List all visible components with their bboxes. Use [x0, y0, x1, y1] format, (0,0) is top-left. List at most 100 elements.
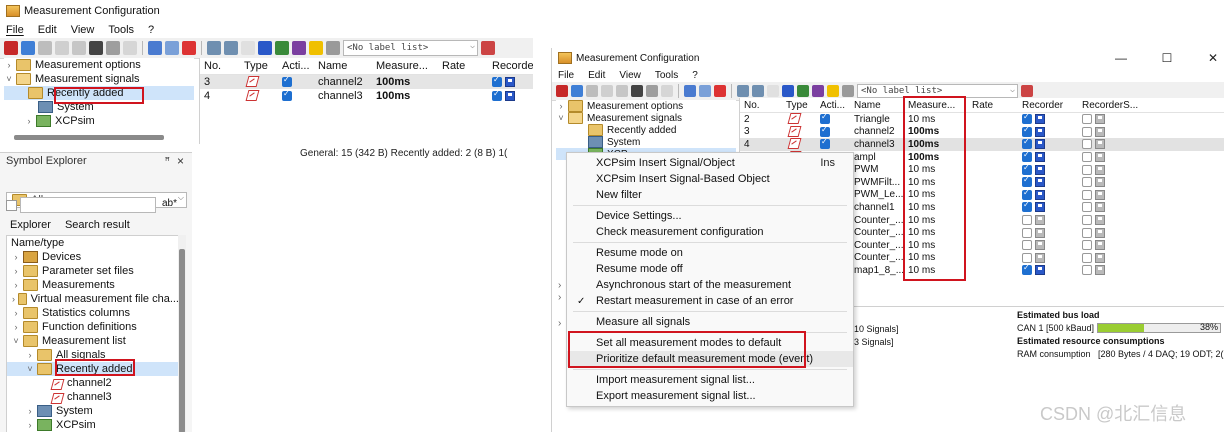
context-menu-item[interactable]: XCPsim Insert Signal/Object Ins	[567, 155, 853, 171]
tree-item-measurement-signals[interactable]: ˅ Measurement signals	[4, 72, 194, 86]
tree-item-xcpsim[interactable]: › XCPsim	[4, 114, 194, 128]
symbol-tree-item[interactable]: › Devices	[7, 250, 179, 264]
symbol-tree-item[interactable]: › Statistics columns	[7, 306, 179, 320]
symbol-tree-item[interactable]: › Measurements	[7, 278, 179, 292]
table-row[interactable]: 4 channel3 100ms	[200, 89, 533, 103]
recorder-checkbox[interactable]	[1022, 240, 1032, 251]
table-row[interactable]: 4channel3100ms	[740, 138, 1224, 151]
expander-icon[interactable]: ›	[25, 420, 35, 430]
col-name[interactable]: Name	[314, 60, 372, 72]
hat-icon[interactable]	[292, 41, 306, 55]
filter-icon[interactable]	[1021, 85, 1033, 97]
add-icon[interactable]	[21, 41, 35, 55]
tree-item-measurement-options[interactable]: › Measurement options	[4, 58, 194, 72]
col-type[interactable]: Type	[240, 60, 278, 72]
view-icon[interactable]	[699, 85, 711, 97]
cell-measure[interactable]: 100ms	[372, 76, 438, 88]
expander-icon[interactable]: ›	[11, 294, 16, 304]
col-recorder-s[interactable]: RecorderS...	[1078, 100, 1142, 111]
recorder-checkbox[interactable]	[1022, 152, 1032, 162]
active-checkbox[interactable]	[820, 126, 830, 137]
recorder-s-checkbox[interactable]	[1082, 177, 1092, 188]
device-icon[interactable]	[684, 85, 696, 97]
expander-icon[interactable]: ›	[4, 60, 14, 70]
tool2-icon[interactable]	[601, 85, 613, 97]
recorder-checkbox[interactable]	[492, 76, 502, 88]
display-icon[interactable]	[182, 41, 196, 55]
expander-icon[interactable]: ›	[11, 266, 21, 276]
expander-icon[interactable]: ˅	[4, 74, 14, 84]
arrow-up-icon[interactable]	[737, 85, 749, 97]
recorder-checkbox[interactable]	[1022, 177, 1032, 188]
device-icon[interactable]	[148, 41, 162, 55]
tree-scrollbar[interactable]	[14, 135, 164, 140]
context-menu-item[interactable]: Export measurement signal list...	[567, 388, 853, 404]
active-checkbox[interactable]	[282, 76, 292, 88]
recorder-s-checkbox[interactable]	[1082, 240, 1092, 251]
stop-icon[interactable]	[4, 41, 18, 55]
function-icon[interactable]	[241, 41, 255, 55]
recorder-s-checkbox[interactable]	[1082, 214, 1092, 225]
tool-icon[interactable]	[38, 41, 52, 55]
expander-icon[interactable]: ˅	[11, 336, 21, 346]
recorder-checkbox[interactable]	[492, 90, 502, 102]
delete-icon[interactable]	[661, 85, 673, 97]
view-icon[interactable]	[165, 41, 179, 55]
recorder-s-checkbox[interactable]	[1082, 265, 1092, 276]
recorder-s-checkbox[interactable]	[1082, 164, 1092, 175]
expander-icon[interactable]: ›	[25, 406, 35, 416]
menu-view[interactable]: View	[71, 24, 95, 36]
save-icon[interactable]	[258, 41, 272, 55]
zoom-icon[interactable]	[646, 85, 658, 97]
symbol-tree-item[interactable]: ˅ Measurement list	[7, 334, 179, 348]
symbol-tree-item[interactable]: channel3	[7, 390, 179, 404]
context-menu-item[interactable]: Measure all signals	[567, 314, 853, 330]
recorder-s-checkbox[interactable]	[1082, 252, 1092, 263]
save-icon[interactable]	[782, 85, 794, 97]
menu-help[interactable]: ?	[148, 24, 154, 36]
context-menu-item[interactable]: New filter	[567, 187, 853, 203]
stop-icon[interactable]	[556, 85, 568, 97]
function-icon[interactable]	[767, 85, 779, 97]
symbol-tree-item[interactable]: › Parameter set files	[7, 264, 179, 278]
recorder-s-checkbox[interactable]	[1082, 126, 1092, 137]
filter-icon[interactable]	[481, 41, 495, 55]
tree-item-recently-added[interactable]: Recently added	[556, 124, 736, 136]
expander-icon[interactable]: ›	[24, 116, 34, 126]
recorder-s-checkbox[interactable]	[1082, 227, 1092, 238]
label-list-combo[interactable]: <No label list> ⌵	[343, 40, 478, 56]
menu-view[interactable]: View	[619, 70, 641, 81]
recorder-checkbox[interactable]	[1022, 126, 1032, 137]
arrow-up-icon[interactable]	[207, 41, 221, 55]
recorder-checkbox[interactable]	[1022, 202, 1032, 213]
close-button[interactable]: ✕	[1201, 51, 1224, 65]
active-checkbox[interactable]	[282, 90, 292, 102]
recorder-s-checkbox[interactable]	[1082, 139, 1092, 150]
active-checkbox[interactable]	[820, 139, 830, 150]
recorder-checkbox[interactable]	[1022, 164, 1032, 175]
symbol-tree-item[interactable]: › Function definitions	[7, 320, 179, 334]
expander-icon[interactable]: ›	[25, 350, 35, 360]
label-list-icon[interactable]	[326, 41, 340, 55]
col-recorder[interactable]: Recorder	[488, 60, 533, 72]
menu-tools[interactable]: Tools	[655, 70, 678, 81]
col-name[interactable]: Name	[850, 100, 904, 111]
expander-icon[interactable]: ˅	[25, 364, 35, 374]
symbol-tree-item[interactable]: › System	[7, 404, 179, 418]
binoculars-icon[interactable]	[631, 85, 643, 97]
search-input[interactable]	[20, 197, 156, 213]
col-active[interactable]: Acti...	[278, 60, 314, 72]
tree-item-measurement-options[interactable]: › Measurement options	[556, 100, 736, 112]
symbol-tree-item[interactable]: channel2	[7, 376, 179, 390]
expander-icon[interactable]: ›	[11, 252, 21, 262]
menu-file[interactable]: File	[558, 70, 574, 81]
menu-file[interactable]: File	[6, 24, 24, 36]
expander-icon[interactable]: ›	[11, 322, 21, 332]
minimize-button[interactable]: —	[1109, 51, 1133, 65]
binoculars-icon[interactable]	[89, 41, 103, 55]
tab-explorer[interactable]: Explorer	[10, 219, 51, 231]
tab-search-result[interactable]: Search result	[65, 219, 130, 231]
col-type[interactable]: Type	[782, 100, 816, 111]
arrow-down-icon[interactable]	[224, 41, 238, 55]
col-no[interactable]: No.	[740, 100, 782, 111]
